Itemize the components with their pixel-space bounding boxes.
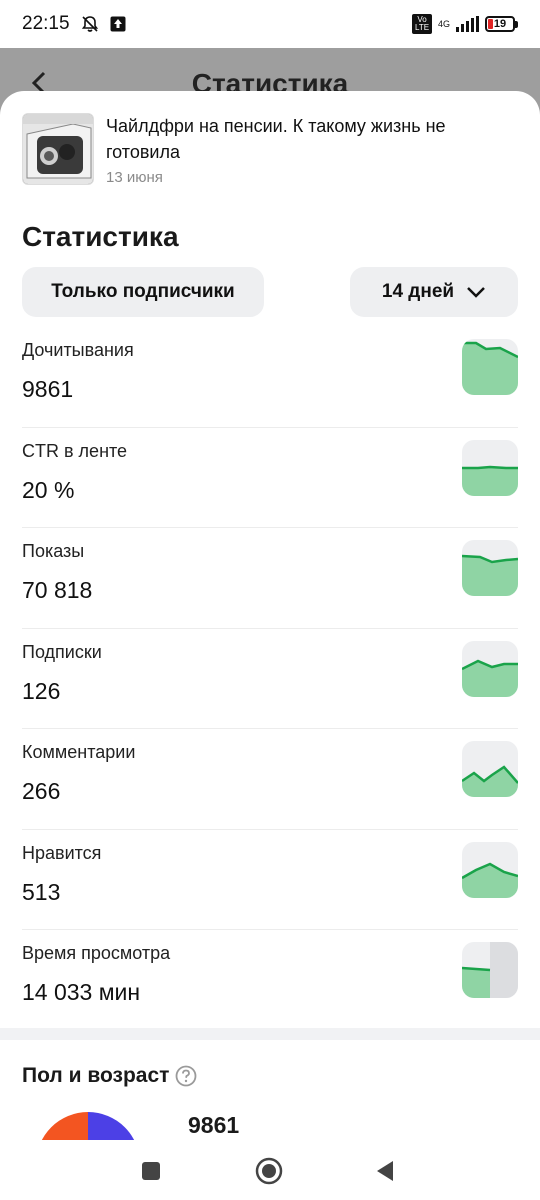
metric-row-ctr[interactable]: CTR в ленте 20 % [22,428,518,528]
metric-row-subscriptions[interactable]: Подписки 126 [22,629,518,729]
article-title: Чайлдфри на пенсии. К такому жизнь не го… [106,116,446,162]
signal-icon [456,16,479,32]
metric-label: Подписки [22,641,102,662]
bell-off-icon [80,14,100,34]
status-right: Vo LTE 4G 19 [411,14,518,34]
metric-value: 513 [22,878,61,905]
sparkline [462,540,518,596]
metric-label: Нравится [22,842,102,863]
period-filter-label: 14 дней [381,281,455,302]
metric-row-watch-time[interactable]: Время просмотра 14 033 мин [22,930,518,1031]
chevron-down-icon [466,286,486,298]
square-icon[interactable] [134,1154,168,1188]
section-divider [0,1028,540,1040]
battery-icon: 19 [485,16,518,32]
metric-value: 9861 [22,376,74,402]
sparkline [462,741,518,797]
audience-filter-button[interactable]: Только подписчики [22,267,264,317]
article-date: 13 июня [106,169,163,186]
sparkline [462,841,518,898]
metric-value: 20 % [22,476,75,503]
metric-label: Комментарии [22,742,136,762]
metric-value: 266 [22,778,61,804]
metric-value: 14 033 мин [22,979,141,1005]
circle-icon[interactable] [252,1154,286,1188]
demographics-title-row: Пол и возраст [22,1064,197,1088]
metric-label: Время просмотра [22,943,171,963]
metric-value: 126 [22,677,61,704]
metric-value: 70 818 [22,577,93,603]
metric-row-impressions[interactable]: Показы 70 818 [22,528,518,629]
upload-icon [110,16,126,32]
sparkline [462,439,518,496]
system-nav-bar [0,1140,540,1200]
metric-row-likes[interactable]: Нравится 513 [22,830,518,930]
battery-level: 19 [493,18,507,30]
period-filter-button[interactable]: 14 дней [350,267,518,317]
status-time: 22:15 [22,13,70,34]
question-circle-icon[interactable] [175,1065,197,1087]
metric-label: Дочитывания [22,340,134,360]
metric-label: Показы [22,541,85,561]
metrics-list: Дочитывания 9861 CTR в ленте 20 % Показы… [22,327,518,1031]
demographics-total: 9861 [188,1112,240,1138]
metric-row-reads[interactable]: Дочитывания 9861 [22,327,518,428]
volte-badge: Vo LTE [411,14,432,34]
network-type: 4G [437,18,450,29]
audience-filter-label: Только подписчики [51,281,235,302]
article-preview[interactable]: Чайлдфри на пенсии. К такому жизнь не го… [22,113,518,186]
article-thumbnail [22,113,94,185]
demographics-title: Пол и возраст [22,1064,170,1087]
triangle-left-icon[interactable] [368,1154,402,1188]
metric-label: CTR в ленте [22,440,128,461]
status-bar: 22:15 Vo LTE 4G 19 [0,0,540,48]
metric-row-comments[interactable]: Комментарии 266 [22,729,518,830]
sparkline [462,339,518,395]
sparkline [462,942,518,998]
stats-sheet: Чайлдфри на пенсии. К такому жизнь не го… [0,91,540,1200]
sparkline [462,640,518,697]
section-title: Статистика [22,221,179,252]
